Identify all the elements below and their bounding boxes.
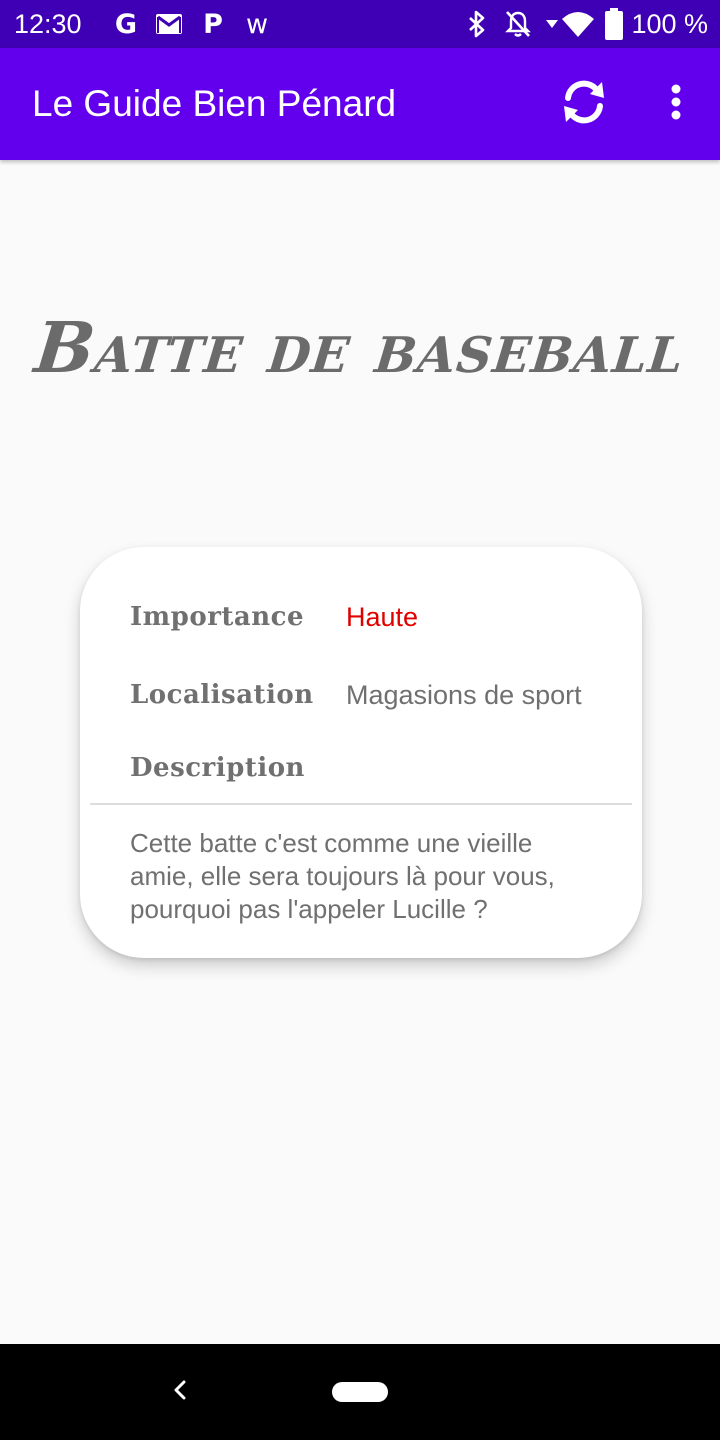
refresh-icon <box>558 76 610 133</box>
google-icon: G <box>114 8 138 40</box>
battery-percent: 100 % <box>631 9 708 39</box>
back-button[interactable] <box>160 1372 200 1412</box>
refresh-button[interactable] <box>552 72 616 136</box>
bluetooth-icon <box>466 6 490 42</box>
location-value: Magasions de sport <box>346 680 582 710</box>
gmail-icon <box>154 8 184 40</box>
overflow-menu-button[interactable] <box>648 72 704 136</box>
battery-icon <box>604 6 626 42</box>
item-title: Batte de baseball <box>31 306 689 389</box>
home-button[interactable] <box>332 1382 388 1402</box>
data-arrow-icon <box>546 6 560 42</box>
wifi-icon <box>562 6 596 42</box>
navigation-bar <box>0 1344 720 1440</box>
w-app-icon: w <box>245 8 269 40</box>
location-label: Localisation <box>130 680 314 710</box>
description-label: Description <box>130 753 305 783</box>
importance-value: Haute <box>346 602 419 632</box>
more-vert-icon <box>670 84 682 125</box>
p-app-icon: P <box>203 8 223 40</box>
notifications-off-icon <box>504 6 534 42</box>
importance-label: Importance <box>130 602 305 632</box>
app-title: Le Guide Bien Pénard <box>32 83 397 124</box>
card-divider <box>90 803 632 805</box>
status-bar: 12:30 G P w 100 % <box>0 0 720 48</box>
status-time: 12:30 <box>14 9 82 39</box>
app-bar: Le Guide Bien Pénard <box>0 48 720 160</box>
back-icon <box>172 1379 188 1406</box>
description-text: Cette batte c'est comme une vieille amie… <box>130 828 555 924</box>
info-card: Importance Haute Localisation Magasions … <box>80 547 642 958</box>
